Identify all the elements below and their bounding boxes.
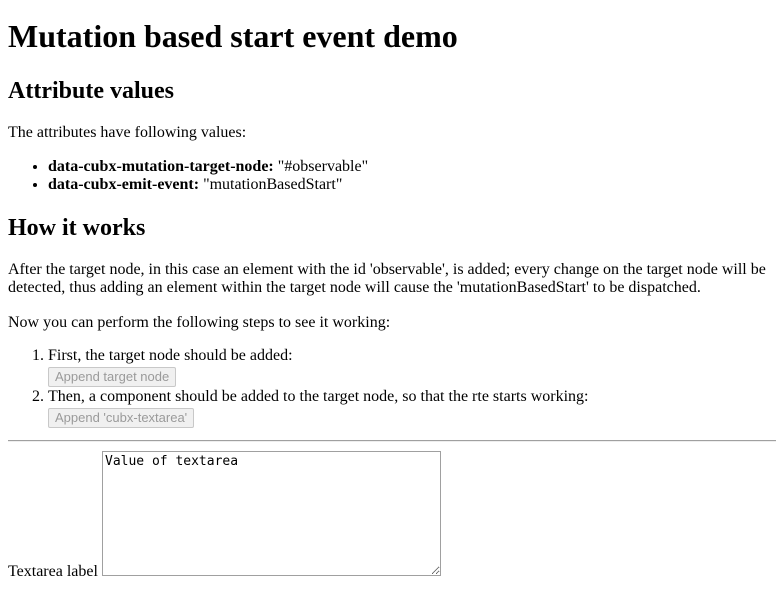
list-item: data-cubx-mutation-target-node: "#observ… [48,158,368,176]
page-title: Mutation based start event demo [8,18,458,54]
how-it-works-heading: How it works [8,215,146,241]
step-text: Then, a component should be added to the… [48,388,589,405]
step-text: First, the target node should be added: [48,347,293,364]
attribute-list: data-cubx-mutation-target-node: "#observ… [8,158,368,194]
attribute-value: "mutationBasedStart" [199,176,343,193]
attributes-intro: The attributes have following values: [8,124,247,141]
how-it-works-description: After the target node, in this case an e… [8,261,766,296]
steps-list: First, the target node should be added: … [8,347,588,428]
append-cubx-textarea-button[interactable]: Append 'cubx-textarea' [48,408,195,428]
attribute-values-heading: Attribute values [8,78,174,104]
textarea-field[interactable]: Value of textarea [102,451,441,576]
steps-intro: Now you can perform the following steps … [8,314,391,331]
page: Mutation based start event demo Attribut… [0,0,784,580]
step-item: Then, a component should be added to the… [48,388,588,428]
step-item: First, the target node should be added: … [48,347,588,387]
attribute-name: data-cubx-emit-event: [48,176,200,193]
attribute-name: data-cubx-mutation-target-node: [48,158,274,175]
attribute-value: "#observable" [273,158,369,175]
append-target-node-button[interactable]: Append target node [48,367,177,387]
divider [8,440,776,442]
textarea-label: Textarea label [8,563,98,580]
list-item: data-cubx-emit-event: "mutationBasedStar… [48,176,368,194]
